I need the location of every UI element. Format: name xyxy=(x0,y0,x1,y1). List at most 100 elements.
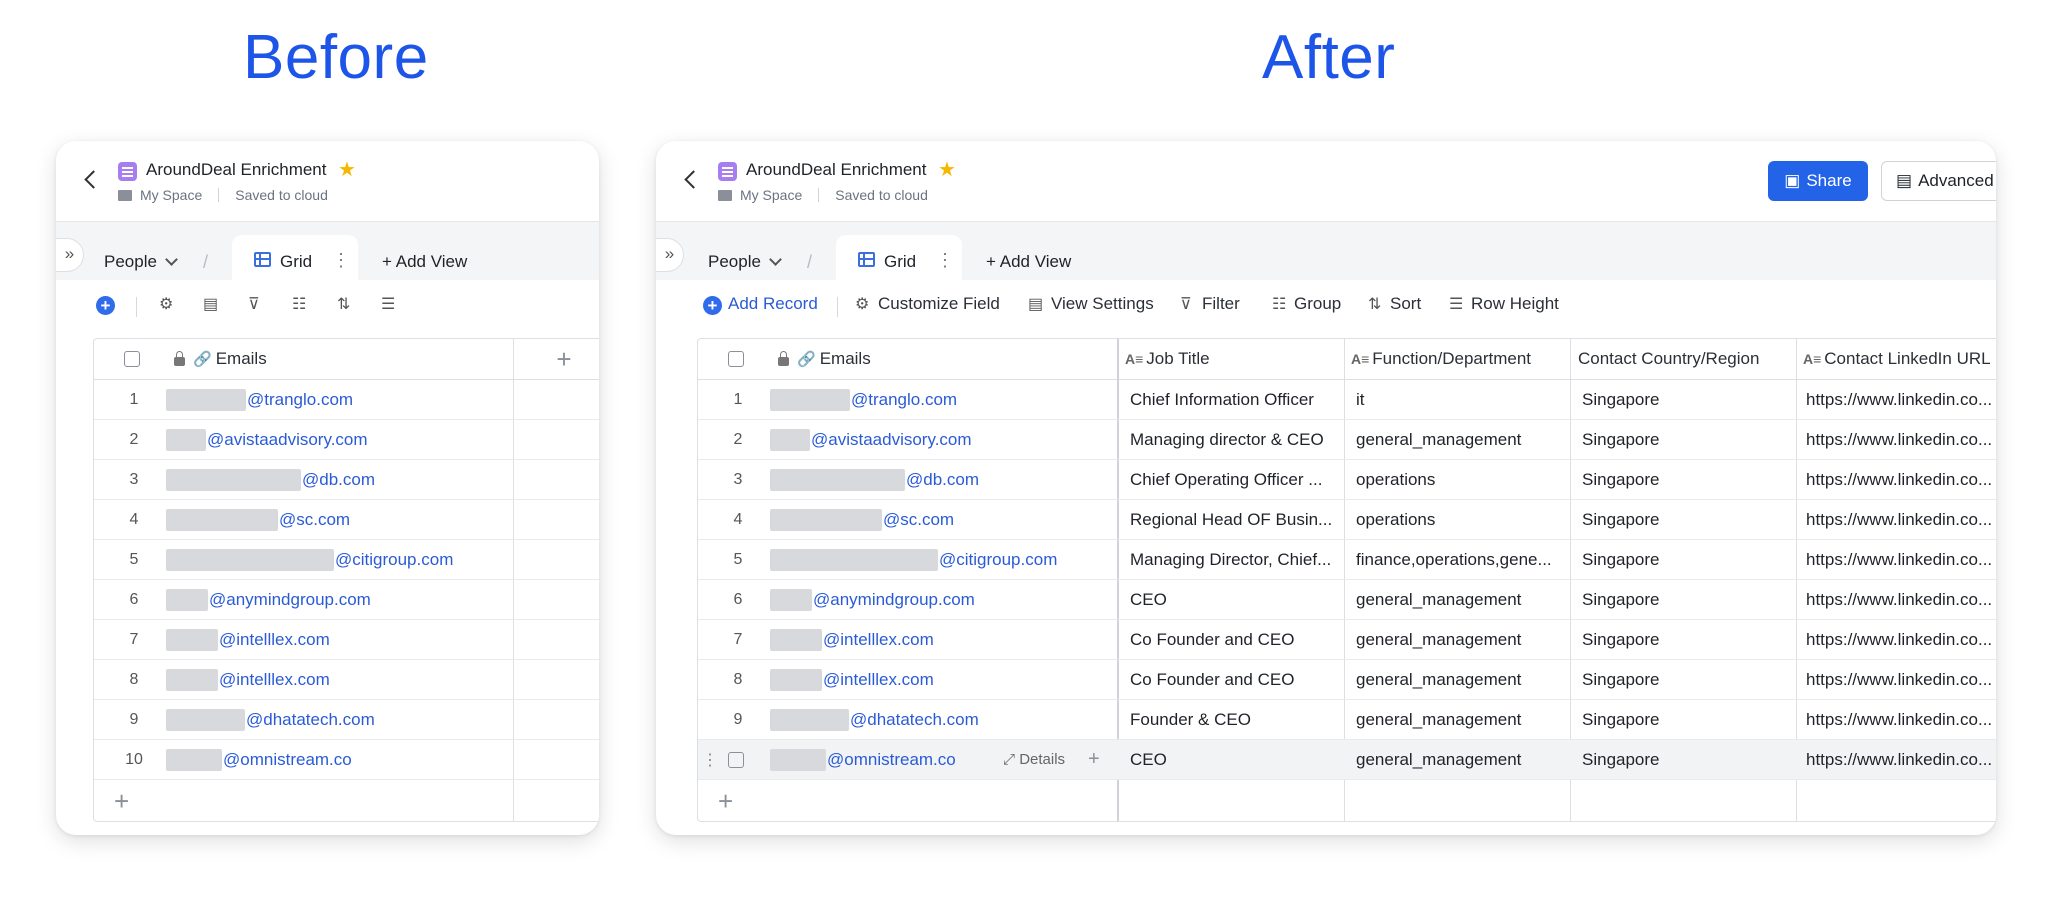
email-cell[interactable]: @tranglo.com xyxy=(166,380,506,419)
table-row[interactable]: 7 @intelllex.com xyxy=(94,620,599,660)
table-row[interactable]: 8 @intelllex.com Co Founder and CEO general… xyxy=(698,660,1996,700)
select-all-checkbox[interactable] xyxy=(124,339,144,379)
job-title-cell[interactable]: CEO xyxy=(1130,580,1335,619)
email-cell[interactable]: @tranglo.com xyxy=(770,380,1110,419)
details-button[interactable]: ⤢ Details xyxy=(1003,740,1083,779)
function-cell[interactable]: operations xyxy=(1356,460,1561,499)
job-title-cell[interactable]: CEO xyxy=(1130,740,1335,779)
table-row[interactable]: 4 @sc.com xyxy=(94,500,599,540)
checkbox[interactable] xyxy=(728,351,744,367)
table-selector[interactable]: People xyxy=(708,252,782,272)
view-settings-button[interactable]: View Settings xyxy=(1051,294,1154,314)
add-column-icon[interactable]: + xyxy=(514,339,599,379)
email-cell[interactable]: @anymindgroup.com xyxy=(166,580,506,619)
function-cell[interactable]: general_management xyxy=(1356,620,1561,659)
location-label[interactable]: My Space xyxy=(740,187,802,203)
select-all-checkbox[interactable] xyxy=(728,339,748,379)
country-cell[interactable]: Singapore xyxy=(1582,660,1787,699)
job-title-cell[interactable]: Managing director & CEO xyxy=(1130,420,1335,459)
add-record-icon[interactable]: + xyxy=(703,296,722,315)
row-height-icon[interactable]: ☰ xyxy=(381,297,397,313)
linkedin-cell[interactable]: https://www.linkedin.co... xyxy=(1806,620,1996,659)
function-cell[interactable]: general_management xyxy=(1356,660,1561,699)
linkedin-cell[interactable]: https://www.linkedin.co... xyxy=(1806,740,1996,779)
back-arrow-icon[interactable] xyxy=(80,169,102,191)
function-cell[interactable]: finance,operations,gene... xyxy=(1356,540,1561,579)
table-row[interactable]: 2 @avistaadvisory.com Managing director & … xyxy=(698,420,1996,460)
job-title-cell[interactable]: Chief Information Officer xyxy=(1130,380,1335,419)
email-cell[interactable]: @omnistream.co xyxy=(166,740,506,779)
email-cell[interactable]: @intelllex.com xyxy=(770,660,1110,699)
email-cell[interactable]: @citigroup.com xyxy=(166,540,506,579)
table-row[interactable]: 6 @anymindgroup.com CEO general_management S… xyxy=(698,580,1996,620)
more-icon[interactable]: ⋮ xyxy=(332,250,350,271)
table-row[interactable]: 3 @db.com xyxy=(94,460,599,500)
email-cell[interactable]: @sc.com xyxy=(770,500,1110,539)
job-title-cell[interactable]: Managing Director, Chief... xyxy=(1130,540,1335,579)
email-cell[interactable]: @dhatatech.com xyxy=(770,700,1110,739)
checkbox[interactable] xyxy=(728,751,744,768)
tab-grid[interactable]: Grid ⋮ xyxy=(836,235,962,280)
email-cell[interactable]: @anymindgroup.com xyxy=(770,580,1110,619)
table-row[interactable]: 10 @omnistream.co xyxy=(94,740,599,780)
table-selector[interactable]: People xyxy=(104,252,178,272)
email-cell[interactable]: @intelllex.com xyxy=(166,620,506,659)
linkedin-cell[interactable]: https://www.linkedin.co... xyxy=(1806,500,1996,539)
location-label[interactable]: My Space xyxy=(140,187,202,203)
function-cell[interactable]: general_management xyxy=(1356,580,1561,619)
email-cell[interactable]: @db.com xyxy=(166,460,506,499)
linkedin-cell[interactable]: https://www.linkedin.co... xyxy=(1806,700,1996,739)
email-cell[interactable]: @avistaadvisory.com xyxy=(166,420,506,459)
country-cell[interactable]: Singapore xyxy=(1582,380,1787,419)
column-header-job-title[interactable]: A≡ Job Title xyxy=(1125,339,1345,379)
column-header-function[interactable]: A≡ Function/Department xyxy=(1351,339,1571,379)
sort-button[interactable]: Sort xyxy=(1390,294,1421,314)
column-header-country[interactable]: Contact Country/Region xyxy=(1578,339,1798,379)
function-cell[interactable]: it xyxy=(1356,380,1561,419)
add-record-button[interactable]: Add Record xyxy=(728,294,818,314)
document-title[interactable]: AroundDeal Enrichment xyxy=(746,160,926,180)
linkedin-cell[interactable]: https://www.linkedin.co... xyxy=(1806,420,1996,459)
view-settings-icon[interactable]: ▤ xyxy=(203,297,219,313)
table-row[interactable]: 5 @citigroup.com Managing Director, Chief.… xyxy=(698,540,1996,580)
country-cell[interactable]: Singapore xyxy=(1582,460,1787,499)
star-icon[interactable]: ★ xyxy=(338,157,356,182)
function-cell[interactable]: general_management xyxy=(1356,700,1561,739)
share-button[interactable]: ▣ Share xyxy=(1768,161,1868,201)
linkedin-cell[interactable]: https://www.linkedin.co... xyxy=(1806,660,1996,699)
table-row[interactable]: 6 @anymindgroup.com xyxy=(94,580,599,620)
linkedin-cell[interactable]: https://www.linkedin.co... xyxy=(1806,540,1996,579)
checkbox[interactable] xyxy=(124,351,140,367)
expand-sidebar-icon[interactable]: » xyxy=(656,238,684,272)
function-cell[interactable]: general_management xyxy=(1356,740,1561,779)
country-cell[interactable]: Singapore xyxy=(1582,540,1787,579)
country-cell[interactable]: Singapore xyxy=(1582,420,1787,459)
job-title-cell[interactable]: Regional Head OF Busin... xyxy=(1130,500,1335,539)
linkedin-cell[interactable]: https://www.linkedin.co... xyxy=(1806,580,1996,619)
country-cell[interactable]: Singapore xyxy=(1582,580,1787,619)
email-cell[interactable]: @citigroup.com xyxy=(770,540,1110,579)
email-cell[interactable]: @intelllex.com xyxy=(770,620,1110,659)
table-row[interactable]: ⋮⋮@omnistream.co⤢ Details+CEOgeneral_man… xyxy=(698,740,1996,780)
email-cell[interactable]: @db.com xyxy=(770,460,1110,499)
add-row-icon[interactable]: + xyxy=(114,781,144,821)
table-row[interactable]: 4 @sc.com Regional Head OF Busin... operati… xyxy=(698,500,1996,540)
column-header-linkedin[interactable]: A≡ Contact LinkedIn URL xyxy=(1803,339,1996,379)
email-cell[interactable]: @intelllex.com xyxy=(166,660,506,699)
column-header-emails[interactable]: 🔗 Emails xyxy=(174,339,474,379)
linkedin-cell[interactable]: https://www.linkedin.co... xyxy=(1806,380,1996,419)
add-record-icon[interactable]: + xyxy=(96,296,115,315)
email-cell[interactable]: @dhatatech.com xyxy=(166,700,506,739)
row-checkbox[interactable] xyxy=(728,740,748,779)
email-cell[interactable]: @sc.com xyxy=(166,500,506,539)
add-row-icon[interactable]: + xyxy=(718,781,748,821)
customize-field-icon[interactable]: ⚙ xyxy=(159,297,175,313)
tab-grid[interactable]: Grid ⋮ xyxy=(232,235,358,280)
drag-handle-icon[interactable]: ⋮⋮ xyxy=(702,740,716,779)
star-icon[interactable]: ★ xyxy=(938,157,956,182)
group-icon[interactable]: ☷ xyxy=(292,297,308,313)
email-cell[interactable]: @avistaadvisory.com xyxy=(770,420,1110,459)
group-button[interactable]: Group xyxy=(1294,294,1341,314)
linkedin-cell[interactable]: https://www.linkedin.co... xyxy=(1806,460,1996,499)
row-height-button[interactable]: Row Height xyxy=(1471,294,1559,314)
